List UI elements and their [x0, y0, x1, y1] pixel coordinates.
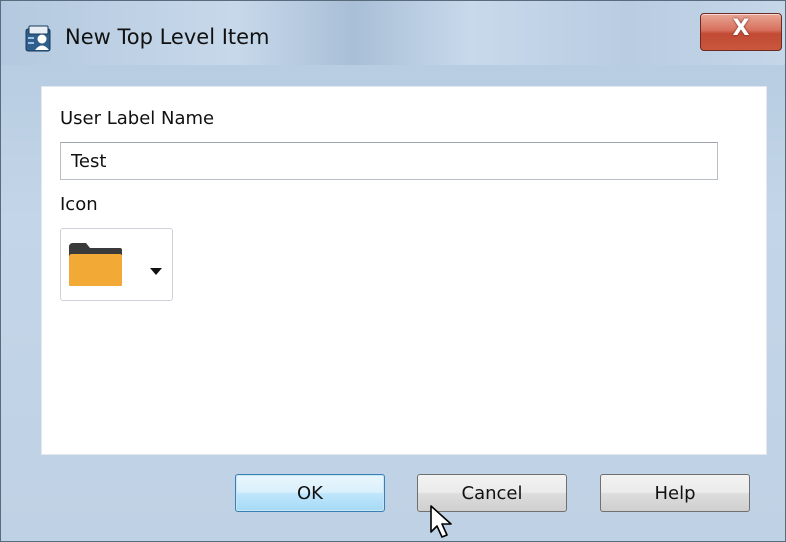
help-button[interactable]: Help	[600, 474, 750, 512]
close-button[interactable]: X	[700, 13, 782, 51]
content-panel: User Label Name Icon	[41, 86, 767, 455]
dialog-window: New Top Level Item X User Label Name Ico…	[0, 0, 786, 542]
user-label-name-label: User Label Name	[60, 108, 215, 129]
icon-dropdown[interactable]	[60, 228, 173, 301]
close-icon: X	[732, 16, 750, 41]
folder-icon	[68, 241, 123, 287]
user-label-name-input[interactable]	[60, 142, 718, 180]
mouse-cursor-icon	[429, 504, 459, 541]
title-bar[interactable]: New Top Level Item X	[1, 1, 785, 65]
icon-label: Icon	[60, 194, 98, 215]
chevron-down-icon	[150, 261, 162, 275]
app-icon	[25, 23, 53, 53]
ok-button[interactable]: OK	[235, 474, 385, 512]
window-title: New Top Level Item	[65, 25, 270, 49]
